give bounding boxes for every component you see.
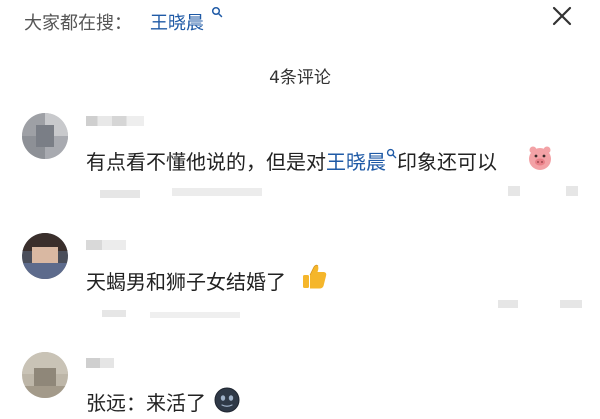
- search-icon: [386, 148, 397, 159]
- comment-meta-blurred: [100, 190, 140, 198]
- avatar[interactable]: [22, 113, 68, 159]
- comment-text-before: 有点看不懂他说的，但是对: [86, 150, 326, 174]
- comment-count: 4条评论: [269, 68, 331, 88]
- dark-face-icon: [214, 387, 240, 413]
- comment-meta-blurred: [102, 310, 126, 317]
- thumbs-up-icon: [303, 264, 327, 289]
- like-area-blurred[interactable]: [508, 186, 520, 196]
- like-area-blurred[interactable]: [566, 186, 578, 196]
- username-blurred[interactable]: [86, 240, 126, 250]
- username-blurred[interactable]: [86, 358, 114, 368]
- avatar[interactable]: [22, 233, 68, 279]
- comment-text: 有点看不懂他说的，但是对王晓晨 印象还可以: [86, 146, 497, 175]
- comment-text: 天蝎男和狮子女结婚了: [86, 270, 286, 294]
- like-area-blurred[interactable]: [498, 300, 518, 308]
- pig-face-icon: [529, 146, 551, 170]
- comment-meta-blurred: [150, 312, 240, 318]
- close-icon[interactable]: [548, 4, 576, 30]
- comment-meta-blurred: [172, 188, 262, 196]
- avatar[interactable]: [22, 352, 68, 398]
- search-label: 大家都在搜：: [24, 13, 132, 34]
- comment-text-after: 印象还可以: [397, 150, 497, 174]
- top-search-bar: 大家都在搜： 王晓晨: [0, 0, 600, 38]
- like-area-blurred[interactable]: [560, 300, 582, 308]
- comment-text: 张远：来活了: [86, 391, 206, 415]
- search-term-link[interactable]: 王晓晨: [150, 9, 204, 35]
- mention-link[interactable]: 王晓晨: [326, 150, 386, 174]
- search-icon: [211, 6, 223, 18]
- username-blurred[interactable]: [86, 116, 144, 126]
